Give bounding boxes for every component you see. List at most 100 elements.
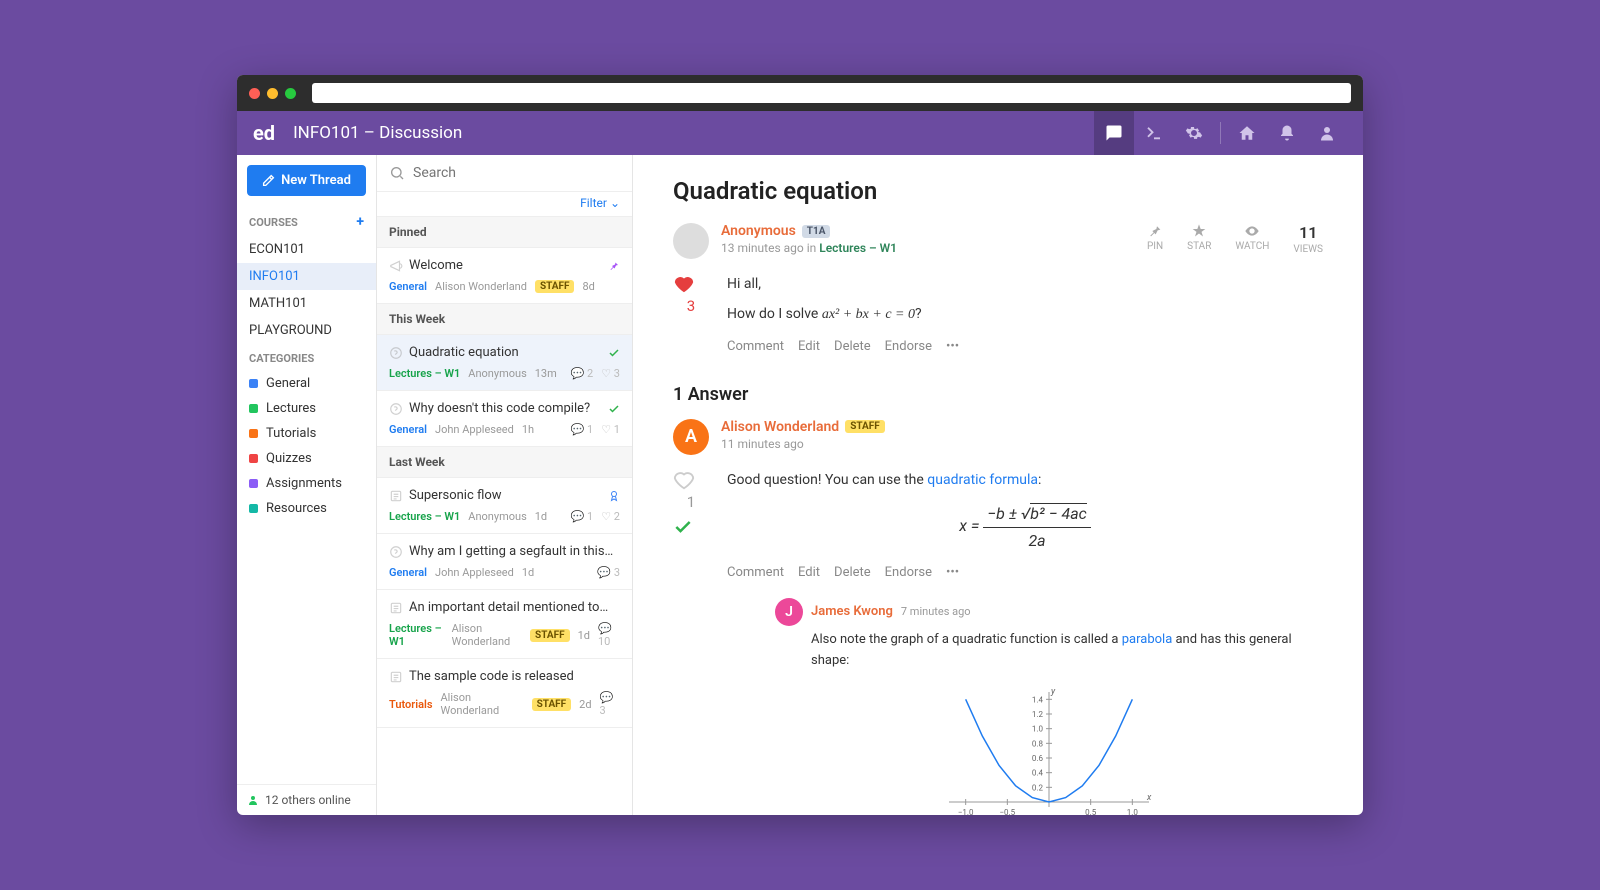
section-header: This Week — [377, 304, 632, 335]
thread-item[interactable]: Supersonic flowLectures – W1Anonymous1d💬… — [377, 478, 632, 534]
gear-icon[interactable] — [1174, 111, 1214, 155]
sidebar-course-playground[interactable]: PLAYGROUND — [237, 317, 376, 344]
question-body: 3 Hi all, How do I solve ax² + bx + c = … — [673, 273, 1323, 358]
sidebar-category-assignments[interactable]: Assignments — [237, 471, 376, 496]
thread-item[interactable]: The sample code is releasedTutorialsAlis… — [377, 659, 632, 728]
minimise-window-button[interactable] — [267, 88, 278, 99]
award-icon — [608, 490, 620, 502]
courses-header: COURSES + — [237, 206, 376, 236]
author-name[interactable]: James Kwong — [811, 602, 893, 623]
question-header: Anonymous T1A 13 minutes ago in Lectures… — [673, 223, 1323, 259]
filter-button[interactable]: Filter ⌄ — [377, 192, 632, 217]
add-course-button[interactable]: + — [356, 214, 364, 230]
online-status: 12 others online — [237, 784, 376, 815]
category-link[interactable]: Lectures – W1 — [819, 241, 897, 255]
topbar: ed INFO101 – Discussion — [237, 111, 1363, 155]
avatar[interactable]: A — [673, 419, 709, 455]
sidebar-category-quizzes[interactable]: Quizzes — [237, 446, 376, 471]
more-button[interactable]: ••• — [946, 337, 959, 358]
post-time: 11 minutes ago — [721, 437, 1323, 451]
eye-icon — [1244, 223, 1260, 239]
delete-button[interactable]: Delete — [834, 563, 871, 584]
author-name[interactable]: Anonymous T1A — [721, 223, 1135, 239]
sidebar-category-tutorials[interactable]: Tutorials — [237, 421, 376, 446]
edit-button[interactable]: Edit — [798, 337, 820, 358]
star-button[interactable]: STAR — [1187, 223, 1211, 255]
pin-icon — [608, 260, 620, 272]
reply: J James Kwong 7 minutes ago Also note th… — [775, 598, 1323, 815]
thread-item[interactable]: Why doesn't this code compile?GeneralJoh… — [377, 391, 632, 447]
app-window: ed INFO101 – Discussion New Thread COURS… — [237, 75, 1363, 815]
titlebar — [237, 75, 1363, 111]
like-column: 1 — [673, 469, 709, 815]
like-count: 1 — [673, 493, 709, 511]
sidebar-category-lectures[interactable]: Lectures — [237, 396, 376, 421]
pin-button[interactable]: PIN — [1147, 223, 1163, 255]
sidebar-category-general[interactable]: General — [237, 371, 376, 396]
tutor-badge: T1A — [802, 225, 831, 238]
pin-icon — [1147, 223, 1163, 239]
svg-text:−0.5: −0.5 — [999, 808, 1015, 815]
window-controls — [249, 88, 296, 99]
svg-text:0.4: 0.4 — [1032, 768, 1044, 777]
svg-text:1.2: 1.2 — [1032, 710, 1044, 719]
thread-item[interactable]: Why am I getting a segfault in this code… — [377, 534, 632, 590]
close-window-button[interactable] — [249, 88, 260, 99]
maximise-window-button[interactable] — [285, 88, 296, 99]
svg-text:0.5: 0.5 — [1085, 808, 1097, 815]
avatar[interactable]: J — [775, 598, 803, 626]
search-input[interactable] — [413, 165, 620, 181]
edit-button[interactable]: Edit — [798, 563, 820, 584]
answer-head: A Alison Wonderland STAFF 11 minutes ago — [673, 419, 1323, 455]
thread-list: Filter ⌄ PinnedWelcomeGeneralAlison Wond… — [377, 155, 633, 815]
more-button[interactable]: ••• — [946, 563, 959, 584]
logo[interactable]: ed — [253, 121, 275, 145]
profile-icon[interactable] — [1307, 111, 1347, 155]
sidebar-category-resources[interactable]: Resources — [237, 496, 376, 521]
delete-button[interactable]: Delete — [834, 337, 871, 358]
comment-button[interactable]: Comment — [727, 337, 784, 358]
search-icon — [389, 165, 405, 181]
bell-icon[interactable] — [1267, 111, 1307, 155]
check-icon — [608, 347, 620, 359]
endorse-button[interactable]: Endorse — [885, 337, 932, 358]
url-bar[interactable] — [312, 83, 1351, 103]
thread-item[interactable]: Quadratic equationLectures – W1Anonymous… — [377, 335, 632, 391]
body: New Thread COURSES + ECON101INFO101MATH1… — [237, 155, 1363, 815]
author-name[interactable]: Alison Wonderland STAFF — [721, 419, 1323, 435]
topbar-icons — [1094, 111, 1347, 155]
views-count: 11VIEWS — [1293, 223, 1323, 255]
thread-item[interactable]: WelcomeGeneralAlison Wonderland STAFF8d — [377, 248, 632, 304]
check-icon[interactable] — [673, 517, 693, 537]
page-title: INFO101 – Discussion — [293, 123, 462, 143]
sidebar-course-math101[interactable]: MATH101 — [237, 290, 376, 317]
sidebar: New Thread COURSES + ECON101INFO101MATH1… — [237, 155, 377, 815]
like-count: 3 — [673, 297, 709, 315]
staff-badge: STAFF — [845, 420, 885, 433]
question-title: Quadratic equation — [673, 177, 1323, 205]
section-header: Last Week — [377, 447, 632, 478]
avatar[interactable] — [673, 223, 709, 259]
question-actions: Comment Edit Delete Endorse ••• — [727, 337, 1323, 358]
heart-icon[interactable] — [673, 273, 695, 295]
person-icon — [247, 794, 259, 806]
sidebar-course-econ101[interactable]: ECON101 — [237, 236, 376, 263]
comment-button[interactable]: Comment — [727, 563, 784, 584]
check-icon — [608, 403, 620, 415]
home-icon[interactable] — [1227, 111, 1267, 155]
discussion-icon[interactable] — [1094, 111, 1134, 155]
svg-text:1.0: 1.0 — [1032, 724, 1044, 733]
categories-header: CATEGORIES — [237, 344, 376, 371]
endorse-button[interactable]: Endorse — [885, 563, 932, 584]
thread-item[interactable]: An important detail mentioned today's le… — [377, 590, 632, 659]
answer-header: 1 Answer — [673, 384, 1323, 405]
svg-text:−1.0: −1.0 — [958, 808, 974, 815]
heart-icon[interactable] — [673, 469, 695, 491]
sidebar-course-info101[interactable]: INFO101 — [237, 263, 376, 290]
quadratic-formula-link[interactable]: quadratic formula — [927, 472, 1038, 488]
new-thread-button[interactable]: New Thread — [247, 165, 366, 196]
watch-button[interactable]: WATCH — [1235, 223, 1269, 255]
chevron-down-icon: ⌄ — [610, 196, 620, 210]
parabola-link[interactable]: parabola — [1122, 632, 1173, 647]
terminal-icon[interactable] — [1134, 111, 1174, 155]
